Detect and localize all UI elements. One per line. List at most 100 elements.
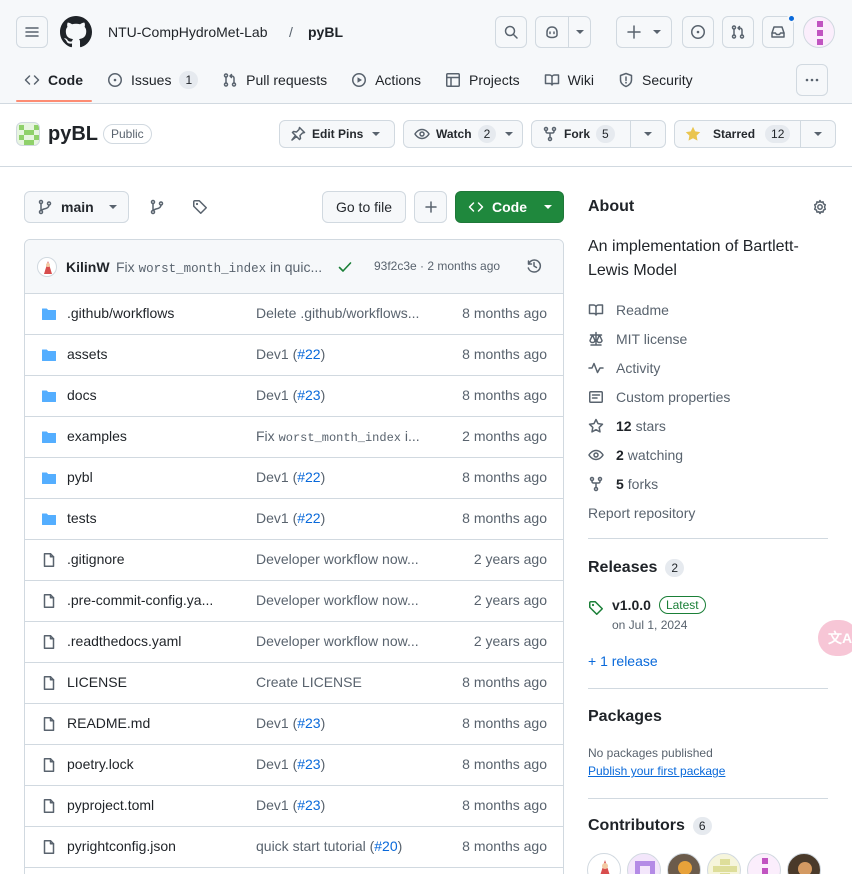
commit-author-avatar[interactable] (37, 257, 57, 277)
create-new-button[interactable] (616, 16, 672, 48)
starred-button[interactable]: Starred 12 (675, 121, 800, 147)
pr-link[interactable]: #23 (297, 715, 320, 731)
file-row[interactable]: .pre-commit-config.ya... Developer workfl… (25, 581, 563, 622)
tags-link[interactable] (192, 199, 208, 215)
commit-sha-time[interactable]: 93f2c3e · 2 months ago (374, 259, 500, 273)
file-name[interactable]: .github/workflows (67, 305, 232, 321)
pr-link[interactable]: #22 (297, 510, 320, 526)
contributor-avatar[interactable] (707, 853, 741, 874)
readme-link[interactable]: Readme (588, 300, 669, 320)
file-row[interactable]: tests Dev1 (#22) 8 months ago (25, 499, 563, 540)
commit-message[interactable]: Developer workflow now... (256, 551, 431, 567)
pr-link[interactable]: #23 (297, 756, 320, 772)
github-logo[interactable] (60, 16, 92, 48)
commit-message[interactable]: Dev1 (#23) (256, 715, 431, 731)
file-row[interactable]: pyproject.toml Dev1 (#23) 8 months ago (25, 786, 563, 827)
file-name[interactable]: .readthedocs.yaml (67, 633, 232, 649)
commit-message[interactable]: Dev1 (#22) (256, 510, 431, 526)
file-name[interactable]: pybl (67, 469, 232, 485)
copilot-button[interactable] (535, 16, 591, 48)
contributor-avatar[interactable] (667, 853, 701, 874)
watch-button[interactable]: Watch 2 (403, 120, 523, 148)
file-name[interactable]: docs (67, 387, 232, 403)
more-releases-link[interactable]: + 1 release (588, 653, 658, 669)
file-name[interactable]: assets (67, 346, 232, 362)
file-name[interactable]: LICENSE (67, 674, 232, 690)
commit-message[interactable]: quick start tutorial (#20) (256, 838, 431, 854)
commit-message[interactable]: Delete .github/workflows... (256, 305, 431, 321)
commit-author[interactable]: KilinW (66, 259, 110, 275)
release-version[interactable]: v1.0.0 (612, 597, 651, 613)
file-name[interactable]: examples (67, 428, 232, 444)
tab-pull-requests[interactable]: Pull requests (214, 64, 335, 96)
file-row[interactable]: .gitignore Developer workflow now... 2 yea… (25, 540, 563, 581)
file-row[interactable]: README.md Dev1 (#23) 8 months ago (25, 704, 563, 745)
fork-button[interactable]: Fork 5 (532, 121, 630, 147)
translate-floating-button[interactable]: 文A (818, 620, 852, 656)
file-name[interactable]: poetry.lock (67, 756, 232, 772)
check-icon[interactable] (337, 259, 353, 275)
file-row[interactable]: assets Dev1 (#22) 8 months ago (25, 335, 563, 376)
pr-link[interactable]: #23 (297, 387, 320, 403)
forks-link[interactable]: 5 forks (588, 474, 658, 494)
watching-link[interactable]: 2 watching (588, 445, 683, 465)
code-dropdown-button[interactable]: Code (455, 191, 564, 223)
breadcrumb-repo[interactable]: pyBL (308, 22, 343, 42)
tab-wiki[interactable]: Wiki (536, 64, 602, 96)
breadcrumb-owner[interactable]: NTU-CompHydroMet-Lab (108, 22, 267, 42)
commit-message[interactable]: Dev1 (#23) (256, 756, 431, 772)
fork-dropdown[interactable] (631, 121, 665, 147)
file-name[interactable]: pyrightconfig.json (67, 838, 232, 854)
tab-projects[interactable]: Projects (437, 64, 528, 96)
file-name[interactable]: tests (67, 510, 232, 526)
user-avatar[interactable] (803, 16, 835, 48)
report-repository-link[interactable]: Report repository (588, 503, 695, 523)
contributor-avatar[interactable] (747, 853, 781, 874)
contributor-avatar[interactable] (787, 853, 821, 874)
commit-message[interactable]: Developer workflow now... (256, 633, 431, 649)
pull-requests-button[interactable] (722, 16, 754, 48)
packages-heading[interactable]: Packages (588, 705, 828, 729)
tab-actions[interactable]: Actions (343, 64, 429, 96)
file-row[interactable]: .readthedocs.yaml Developer workflow now.… (25, 622, 563, 663)
pr-link[interactable]: #23 (297, 797, 320, 813)
history-icon[interactable] (526, 258, 542, 274)
license-link[interactable]: MIT license (588, 329, 687, 349)
file-name[interactable]: .pre-commit-config.ya... (67, 592, 232, 608)
commit-message[interactable]: Dev1 (#23) (256, 797, 431, 813)
commit-message[interactable]: Developer workflow now... (256, 592, 431, 608)
add-file-button[interactable] (414, 191, 447, 223)
repo-owner-avatar[interactable] (16, 122, 40, 146)
commit-message[interactable]: Dev1 (#23) (256, 387, 431, 403)
more-tabs-button[interactable] (796, 64, 828, 96)
commit-message[interactable]: Fix worst_month_index i... (256, 428, 431, 445)
file-name[interactable]: README.md (67, 715, 232, 731)
release-item[interactable]: v1.0.0 Latest (612, 596, 706, 614)
pr-link[interactable]: #20 (374, 838, 397, 854)
issues-button[interactable] (682, 16, 714, 48)
file-row[interactable]: LICENSE Create LICENSE 8 months ago (25, 663, 563, 704)
branch-select-button[interactable]: main (24, 191, 129, 223)
file-row[interactable]: examples Fix worst_month_index i... 2 mont… (25, 417, 563, 458)
star-dropdown[interactable] (801, 121, 835, 147)
hamburger-menu-button[interactable] (16, 16, 48, 48)
pr-link[interactable]: #22 (297, 469, 320, 485)
branches-link[interactable] (149, 199, 165, 215)
file-row[interactable]: poetry.lock Dev1 (#23) 8 months ago (25, 745, 563, 786)
stars-link[interactable]: 12 stars (588, 416, 666, 436)
custom-properties-link[interactable]: Custom properties (588, 387, 730, 407)
repo-name[interactable]: pyBL (48, 121, 98, 147)
tab-code[interactable]: Code (16, 64, 91, 96)
activity-link[interactable]: Activity (588, 358, 660, 378)
file-row[interactable]: .github/workflows Delete .github/workflow… (25, 294, 563, 335)
pr-link[interactable]: #22 (297, 346, 320, 362)
commit-message[interactable]: Fix worst_month_index in quic... (116, 259, 322, 276)
commit-message[interactable]: Create LICENSE (256, 674, 431, 690)
contributors-heading[interactable]: Contributors 6 (588, 814, 828, 838)
file-row[interactable]: pyrightconfig.json quick start tutorial (… (25, 827, 563, 868)
contributor-avatar[interactable] (627, 853, 661, 874)
tab-security[interactable]: Security (610, 64, 701, 96)
commit-message[interactable]: Dev1 (#22) (256, 469, 431, 485)
file-row[interactable]: pybl Dev1 (#22) 8 months ago (25, 458, 563, 499)
contributor-avatar[interactable] (587, 853, 621, 874)
